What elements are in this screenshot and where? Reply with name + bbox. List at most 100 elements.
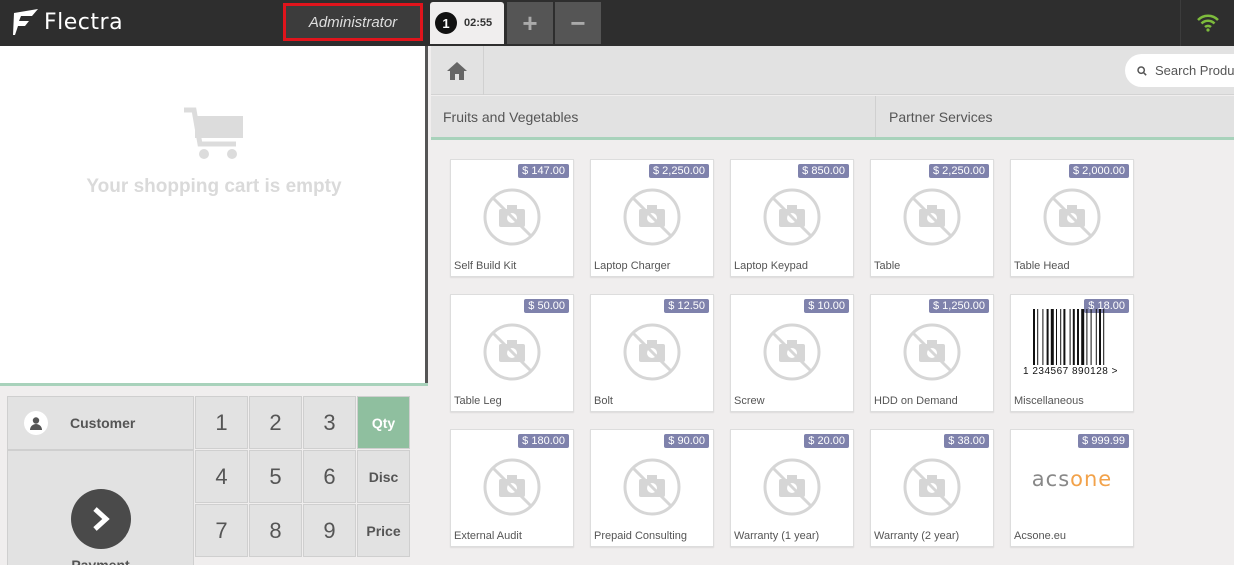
flectra-logo: Flectra [12, 4, 123, 40]
no-image-camera-icon [902, 322, 962, 387]
remove-order-button[interactable]: − [555, 2, 601, 44]
product-card[interactable]: $ 2,250.00 Table [870, 159, 994, 277]
price-badge: $ 999.99 [1078, 434, 1129, 448]
product-card[interactable]: $ 2,250.00 Laptop Charger [590, 159, 714, 277]
logo-text-part1: acs [1031, 467, 1071, 491]
product-card[interactable]: $ 180.00 External Audit [450, 429, 574, 547]
control-panel: Customer Payment 1 2 3 Qty 4 5 6 Disc 7 … [0, 383, 428, 565]
numpad-key-2[interactable]: 2 [249, 396, 302, 449]
order-pane: Your shopping cart is empty Customer Pay… [0, 46, 428, 565]
order-tab[interactable]: 1 02:55 [430, 2, 504, 44]
acsone-logo: acsone [1011, 467, 1133, 491]
wifi-icon [1196, 14, 1219, 32]
payment-button[interactable]: Payment [7, 450, 194, 565]
product-name: Table Head [1014, 260, 1070, 272]
no-image-camera-icon [622, 187, 682, 252]
no-image-camera-icon [482, 457, 542, 522]
price-badge: $ 38.00 [944, 434, 989, 448]
search-input[interactable] [1155, 63, 1234, 78]
no-image-camera-icon [622, 457, 682, 522]
product-pane: Fruits and Vegetables Partner Services $… [431, 46, 1234, 565]
product-name: Prepaid Consulting [594, 530, 687, 542]
price-badge: $ 10.00 [804, 299, 849, 313]
product-card[interactable]: $ 10.00 Screw [730, 294, 854, 412]
no-image-camera-icon [1042, 187, 1102, 252]
price-badge: $ 20.00 [804, 434, 849, 448]
price-badge: $ 12.50 [664, 299, 709, 313]
order-time: 02:55 [464, 17, 493, 29]
mode-price-button[interactable]: Price [357, 504, 410, 557]
no-image-camera-icon [902, 187, 962, 252]
product-card[interactable]: $ 50.00 Table Leg [450, 294, 574, 412]
product-card[interactable]: $ 38.00 Warranty (2 year) [870, 429, 994, 547]
product-name: Warranty (2 year) [874, 530, 960, 542]
home-category-button[interactable] [431, 46, 484, 95]
price-badge: $ 2,250.00 [929, 164, 989, 178]
product-card[interactable]: $ 90.00 Prepaid Consulting [590, 429, 714, 547]
numpad-key-3[interactable]: 3 [303, 396, 356, 449]
product-card[interactable]: $ 147.00 Self Build Kit [450, 159, 574, 277]
product-card[interactable]: $ 999.99 acsone Acsone.eu [1010, 429, 1134, 547]
numpad-key-4[interactable]: 4 [195, 450, 248, 503]
search-icon [1137, 65, 1147, 76]
product-name: Screw [734, 395, 765, 407]
user-button[interactable]: Administrator [283, 3, 423, 41]
top-bar: Flectra Administrator 1 02:55 + − [0, 0, 1234, 46]
category-partner-services[interactable]: Partner Services [877, 96, 1234, 137]
product-card[interactable]: $ 2,000.00 Table Head [1010, 159, 1134, 277]
home-icon [447, 61, 467, 80]
product-name: Bolt [594, 395, 613, 407]
category-fruits-and-vegetables[interactable]: Fruits and Vegetables [431, 96, 876, 137]
no-image-camera-icon [762, 322, 822, 387]
product-name: Laptop Charger [594, 260, 671, 272]
product-name: Table [874, 260, 901, 272]
no-image-camera-icon [482, 322, 542, 387]
bird-logo-icon [13, 9, 38, 35]
logo-text: Flectra [44, 9, 124, 35]
product-name: Laptop Keypad [734, 260, 809, 272]
add-order-button[interactable]: + [507, 2, 553, 44]
connection-status[interactable] [1180, 0, 1234, 46]
product-card[interactable]: $ 12.50 Bolt [590, 294, 714, 412]
price-badge: $ 90.00 [664, 434, 709, 448]
chevron-right-icon [71, 489, 131, 549]
product-card[interactable]: $ 20.00 Warranty (1 year) [730, 429, 854, 547]
product-card[interactable]: $ 850.00 Laptop Keypad [730, 159, 854, 277]
empty-cart: Your shopping cart is empty [0, 106, 428, 198]
product-header [431, 46, 1234, 95]
no-image-camera-icon [762, 457, 822, 522]
price-badge: $ 50.00 [524, 299, 569, 313]
mode-qty-button[interactable]: Qty [357, 396, 410, 449]
shopping-cart-icon [184, 107, 243, 159]
numpad-key-8[interactable]: 8 [249, 504, 302, 557]
search-box[interactable] [1125, 54, 1234, 87]
product-name: Table Leg [454, 395, 502, 407]
no-image-camera-icon [762, 187, 822, 252]
price-badge: $ 147.00 [518, 164, 569, 178]
empty-cart-message: Your shopping cart is empty [86, 176, 342, 197]
barcode-text: 1 234567 890128 > [1023, 366, 1118, 377]
barcode-image: 1 234567 890128 > [1023, 309, 1123, 377]
no-image-camera-icon [482, 187, 542, 252]
product-name: Acsone.eu [1014, 530, 1066, 542]
numpad-key-6[interactable]: 6 [303, 450, 356, 503]
price-badge: $ 2,000.00 [1069, 164, 1129, 178]
mode-disc-button[interactable]: Disc [357, 450, 410, 503]
no-image-camera-icon [622, 322, 682, 387]
product-name: HDD on Demand [874, 395, 958, 407]
price-badge: $ 850.00 [798, 164, 849, 178]
numpad-key-5[interactable]: 5 [249, 450, 302, 503]
numpad-key-7[interactable]: 7 [195, 504, 248, 557]
product-name: Warranty (1 year) [734, 530, 820, 542]
numpad-key-1[interactable]: 1 [195, 396, 248, 449]
payment-label: Payment [71, 557, 130, 565]
product-name: External Audit [454, 530, 522, 542]
product-name: Self Build Kit [454, 260, 517, 272]
product-card[interactable]: $ 1,250.00 HDD on Demand [870, 294, 994, 412]
order-number: 1 [435, 12, 457, 34]
numpad-key-9[interactable]: 9 [303, 504, 356, 557]
customer-button[interactable]: Customer [7, 396, 194, 450]
product-card[interactable]: $ 18.00 1 234567 890128 > Miscellaneous [1010, 294, 1134, 412]
product-name: Miscellaneous [1014, 395, 1084, 407]
price-badge: $ 2,250.00 [649, 164, 709, 178]
